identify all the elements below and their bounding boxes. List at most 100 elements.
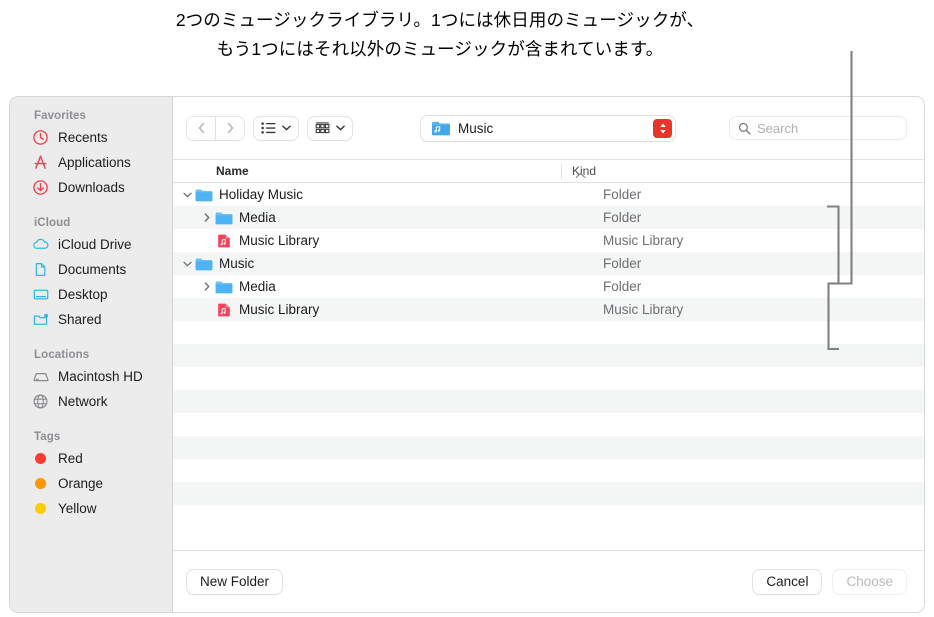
search-icon bbox=[738, 122, 751, 134]
sidebar-item-label: Network bbox=[58, 394, 108, 409]
globe-icon bbox=[31, 392, 50, 411]
file-name: Music bbox=[219, 256, 255, 271]
music-library-icon bbox=[215, 233, 233, 249]
sidebar-item-tag-red[interactable]: Red bbox=[10, 446, 172, 471]
search-placeholder: Search bbox=[757, 120, 799, 136]
forward-button[interactable] bbox=[215, 116, 244, 140]
sidebar-item-label: Recents bbox=[58, 130, 108, 145]
table-row[interactable]: Holiday Music Folder bbox=[173, 183, 924, 206]
sidebar-item-desktop[interactable]: Desktop bbox=[10, 282, 172, 307]
disclosure-expanded-icon[interactable] bbox=[179, 192, 195, 198]
hard-disk-icon bbox=[31, 367, 50, 386]
sidebar-item-label: Applications bbox=[58, 155, 131, 170]
path-popup-button[interactable]: Music bbox=[421, 115, 675, 141]
grid-group-icon bbox=[315, 121, 330, 133]
chevron-left-icon bbox=[198, 123, 204, 133]
file-kind: Folder bbox=[603, 210, 642, 225]
back-button[interactable] bbox=[187, 116, 215, 140]
empty-row bbox=[173, 344, 924, 367]
empty-row bbox=[173, 367, 924, 390]
file-picker-window: Favorites Recents Applications Downloads… bbox=[9, 96, 925, 613]
empty-row bbox=[173, 321, 924, 344]
group-mode-button[interactable] bbox=[308, 116, 352, 140]
sidebar-group-title-favorites: Favorites bbox=[34, 110, 87, 122]
search-field[interactable]: Search bbox=[730, 117, 906, 139]
file-kind: Music Library bbox=[603, 233, 684, 248]
file-kind: Folder bbox=[603, 256, 642, 271]
folder-icon bbox=[215, 211, 233, 225]
sidebar-item-label: iCloud Drive bbox=[58, 237, 132, 252]
tag-dot-icon bbox=[31, 474, 50, 493]
disclosure-collapsed-icon[interactable] bbox=[199, 213, 215, 222]
music-library-icon bbox=[215, 302, 233, 318]
download-circle-icon bbox=[31, 178, 50, 197]
empty-row bbox=[173, 482, 924, 505]
caption-text: 2つのミュージックライブラリ。1つには休日用のミュージックが、 もう1つにはそれ… bbox=[175, 10, 705, 59]
content-pane: Music Search Name Kind Holiday Music Fol… bbox=[173, 97, 924, 612]
cloud-icon bbox=[31, 235, 50, 254]
choose-button[interactable]: Choose bbox=[833, 569, 906, 594]
file-name: Music Library bbox=[239, 302, 320, 317]
sidebar-item-documents[interactable]: Documents bbox=[10, 257, 172, 282]
disclosure-collapsed-icon[interactable] bbox=[199, 282, 215, 291]
toolbar: Music Search bbox=[173, 97, 924, 159]
tag-dot-icon bbox=[31, 449, 50, 468]
empty-row bbox=[173, 413, 924, 436]
up-down-stepper-icon[interactable] bbox=[653, 118, 672, 138]
cancel-button[interactable]: Cancel bbox=[753, 569, 822, 594]
view-mode-button[interactable] bbox=[254, 116, 298, 140]
file-kind: Folder bbox=[603, 187, 642, 202]
list-view-icon bbox=[261, 122, 276, 134]
file-name: Holiday Music bbox=[219, 187, 304, 202]
chevron-down-icon bbox=[282, 125, 291, 131]
shared-folder-icon bbox=[31, 310, 50, 329]
file-list[interactable]: Holiday Music Folder Media Folder Music … bbox=[173, 183, 924, 550]
sidebar-item-label: Yellow bbox=[58, 501, 97, 516]
document-icon bbox=[31, 260, 50, 279]
table-row[interactable]: Music Library Music Library bbox=[173, 229, 924, 252]
table-row[interactable]: Music Folder bbox=[173, 252, 924, 275]
navigation-segmented-control bbox=[187, 116, 244, 140]
table-row[interactable]: Music Library Music Library bbox=[173, 298, 924, 321]
chevron-up-icon bbox=[575, 168, 586, 182]
sidebar-item-applications[interactable]: Applications bbox=[10, 150, 172, 175]
path-popup-label: Music bbox=[458, 120, 494, 136]
sidebar-group-title-tags: Tags bbox=[34, 431, 61, 443]
sidebar: Favorites Recents Applications Downloads… bbox=[10, 97, 173, 612]
clock-icon bbox=[31, 128, 50, 147]
chevron-right-icon bbox=[227, 123, 233, 133]
file-kind: Folder bbox=[603, 279, 642, 294]
sidebar-item-tag-orange[interactable]: Orange bbox=[10, 471, 172, 496]
sidebar-item-network[interactable]: Network bbox=[10, 389, 172, 414]
empty-row bbox=[173, 459, 924, 482]
sidebar-item-recents[interactable]: Recents bbox=[10, 125, 172, 150]
sidebar-item-label: Macintosh HD bbox=[58, 369, 143, 384]
sidebar-item-label: Documents bbox=[58, 262, 127, 277]
new-folder-button[interactable]: New Folder bbox=[187, 569, 283, 594]
sidebar-item-tag-yellow[interactable]: Yellow bbox=[10, 496, 172, 521]
file-name: Media bbox=[239, 210, 276, 225]
sidebar-item-label: Desktop bbox=[58, 287, 108, 302]
sidebar-item-label: Orange bbox=[58, 476, 104, 491]
sidebar-item-shared[interactable]: Shared bbox=[10, 307, 172, 332]
sidebar-item-macintosh-hd[interactable]: Macintosh HD bbox=[10, 364, 172, 389]
sidebar-item-label: Red bbox=[58, 451, 83, 466]
disclosure-expanded-icon[interactable] bbox=[179, 261, 195, 267]
tag-dot-icon bbox=[31, 499, 50, 518]
column-header-name[interactable]: Name bbox=[173, 164, 561, 178]
sidebar-group-title-icloud: iCloud bbox=[34, 217, 71, 229]
applications-icon bbox=[31, 153, 50, 172]
empty-row bbox=[173, 505, 924, 528]
file-kind: Music Library bbox=[603, 302, 684, 317]
empty-row bbox=[173, 436, 924, 459]
desktop-icon bbox=[31, 285, 50, 304]
column-header-row: Name Kind bbox=[173, 159, 924, 183]
sidebar-item-downloads[interactable]: Downloads bbox=[10, 175, 172, 200]
sidebar-item-icloud-drive[interactable]: iCloud Drive bbox=[10, 232, 172, 257]
sidebar-item-label: Shared bbox=[58, 312, 102, 327]
table-row[interactable]: Media Folder bbox=[173, 275, 924, 298]
file-name: Music Library bbox=[239, 233, 320, 248]
folder-icon bbox=[215, 280, 233, 294]
table-row[interactable]: Media Folder bbox=[173, 206, 924, 229]
folder-icon bbox=[195, 257, 213, 271]
